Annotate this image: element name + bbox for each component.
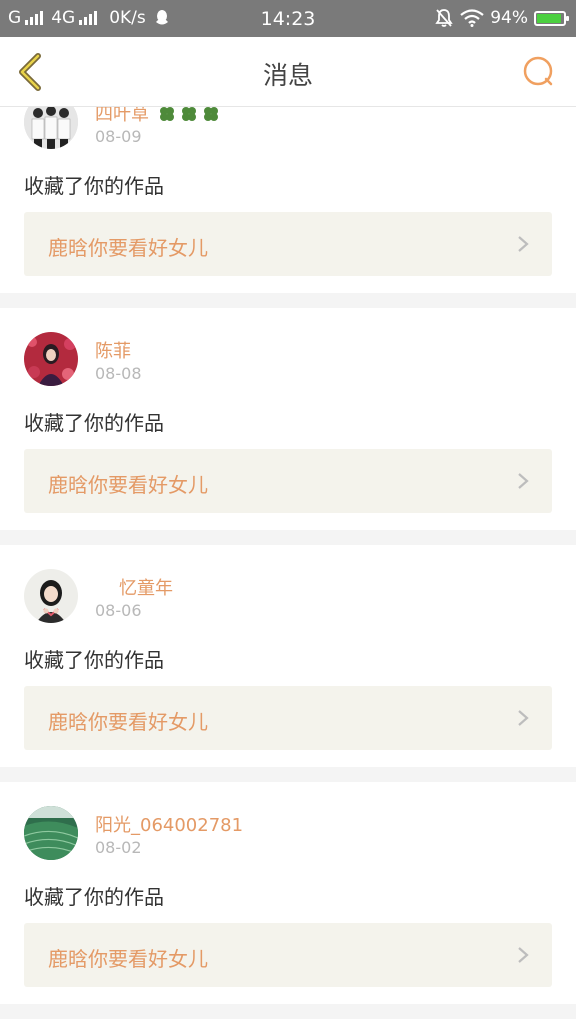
avatar[interactable]	[24, 569, 78, 623]
status-bar: G 4G 0K/s 14:23 94%	[0, 0, 576, 37]
status-right: 94%	[434, 8, 569, 28]
mute-bell-icon	[435, 9, 453, 27]
work-link[interactable]: 鹿晗你要看好女儿	[24, 923, 552, 987]
notifications-screen: G 4G 0K/s 14:23 94% 消息 四叶草 08-09 收藏了你的作品…	[0, 0, 576, 1024]
work-link[interactable]: 鹿晗你要看好女儿	[24, 449, 552, 513]
work-title: 鹿晗你要看好女儿	[48, 710, 208, 734]
notification-card[interactable]: 阳光_064002781 08-02 收藏了你的作品 鹿晗你要看好女儿	[0, 782, 576, 1004]
clover-emoji-icon	[159, 107, 218, 121]
search-icon[interactable]	[520, 53, 556, 89]
work-title: 鹿晗你要看好女儿	[48, 236, 208, 260]
chevron-right-icon	[518, 947, 529, 963]
action-text: 收藏了你的作品	[24, 648, 164, 672]
notification-date: 08-09	[95, 127, 142, 146]
wifi-icon	[460, 9, 484, 27]
notification-date: 08-08	[95, 364, 142, 383]
action-text: 收藏了你的作品	[24, 411, 164, 435]
work-link[interactable]: 鹿晗你要看好女儿	[24, 212, 552, 276]
work-link[interactable]: 鹿晗你要看好女儿	[24, 686, 552, 750]
avatar-image	[24, 806, 78, 860]
page-title: 消息	[262, 61, 313, 90]
notification-card-partial	[0, 1019, 576, 1024]
notification-card[interactable]: 忆童年 08-06 收藏了你的作品 鹿晗你要看好女儿	[0, 545, 576, 767]
chevron-right-icon	[518, 236, 529, 252]
avatar[interactable]	[24, 806, 78, 860]
avatar[interactable]	[24, 332, 78, 386]
battery-percent: 94%	[490, 8, 528, 28]
battery-icon	[534, 10, 569, 26]
notification-date: 08-02	[95, 838, 142, 857]
notification-date: 08-06	[95, 601, 142, 620]
chevron-right-icon	[518, 710, 529, 726]
chevron-right-icon	[518, 473, 529, 489]
action-text: 收藏了你的作品	[24, 174, 164, 198]
action-text: 收藏了你的作品	[24, 885, 164, 909]
avatar-image	[24, 569, 78, 623]
username[interactable]: 阳光_064002781	[95, 811, 243, 837]
nav-header: 消息	[0, 37, 576, 107]
work-title: 鹿晗你要看好女儿	[48, 947, 208, 971]
username[interactable]: 忆童年	[95, 574, 173, 600]
battery-fill	[537, 13, 561, 23]
username[interactable]: 陈菲	[95, 337, 131, 363]
work-title: 鹿晗你要看好女儿	[48, 473, 208, 497]
notification-card[interactable]: 陈菲 08-08 收藏了你的作品 鹿晗你要看好女儿	[0, 308, 576, 530]
avatar-image	[24, 332, 78, 386]
